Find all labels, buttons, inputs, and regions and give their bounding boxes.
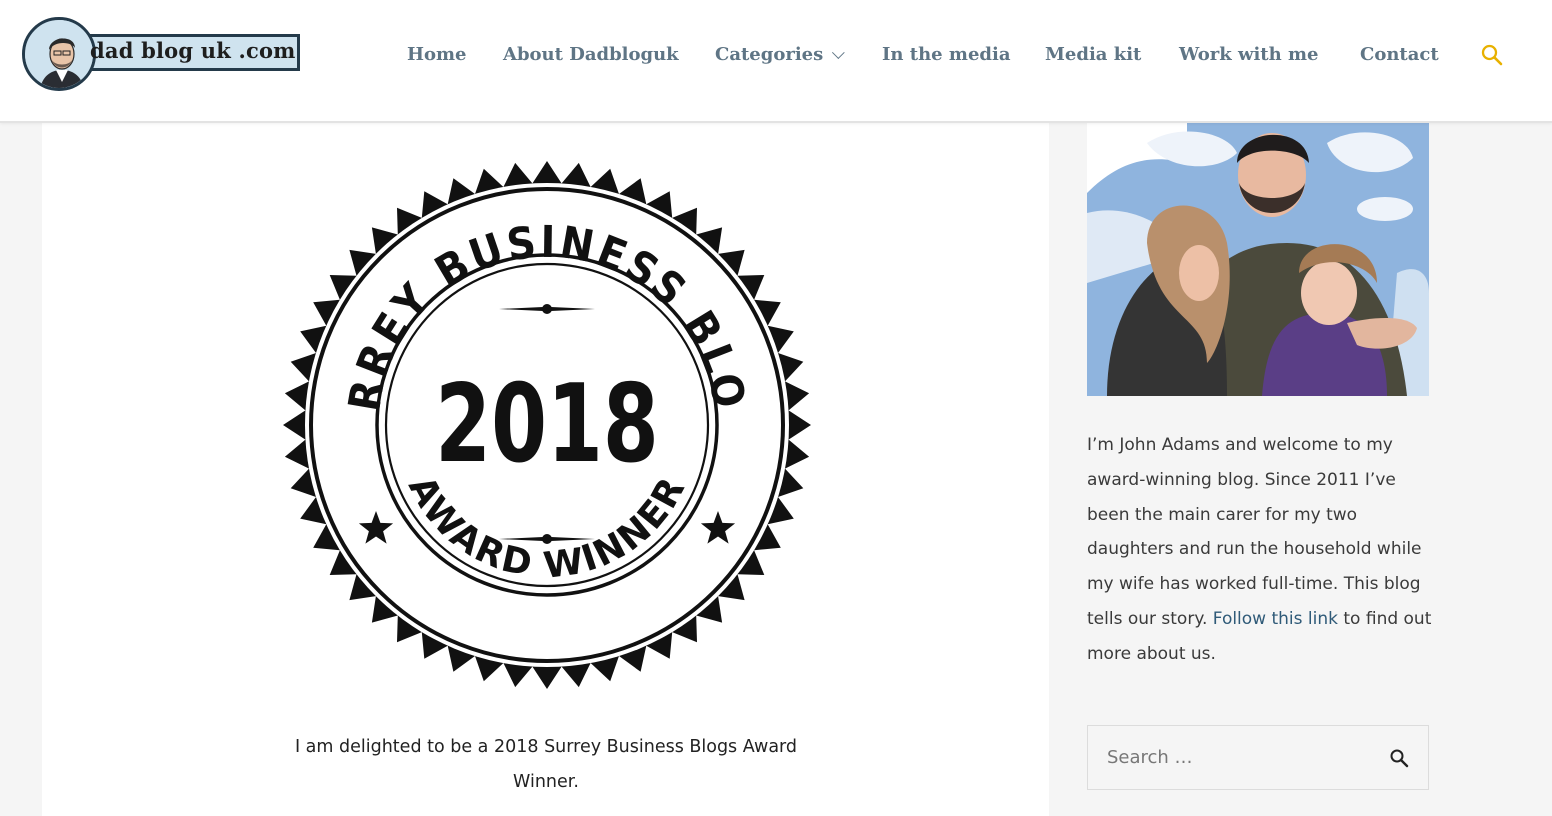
about-text-intro: I’m John Adams and welcome to my award-w… <box>1087 435 1422 629</box>
main-content: SURREY BUSINESS BLOGS AWARD WINNER 2018 … <box>42 119 1049 816</box>
logo-avatar <box>22 17 96 91</box>
chevron-down-icon <box>832 46 845 60</box>
search-icon[interactable] <box>1480 43 1504 67</box>
nav-work-with-me[interactable]: Work with me <box>1179 40 1318 70</box>
search-icon <box>1390 749 1409 767</box>
site-header: dad blog uk .com Home About Dadbloguk Ca… <box>0 0 1552 123</box>
sidebar-search-form <box>1087 725 1429 790</box>
award-badge-image: SURREY BUSINESS BLOGS AWARD WINNER 2018 <box>263 119 813 691</box>
about-text: I’m John Adams and welcome to my award-w… <box>1087 428 1437 672</box>
nav-contact[interactable]: Contact <box>1360 40 1439 70</box>
logo-text: dad blog uk .com <box>90 38 296 63</box>
site-logo[interactable]: dad blog uk .com <box>22 17 302 93</box>
about-link[interactable]: Follow this link <box>1213 609 1338 629</box>
nav-about[interactable]: About Dadbloguk <box>503 40 679 70</box>
nav-home[interactable]: Home <box>407 40 467 70</box>
nav-categories[interactable]: Categories <box>715 40 845 70</box>
search-submit-button[interactable] <box>1370 726 1428 789</box>
nav-media-kit[interactable]: Media kit <box>1045 40 1141 70</box>
nav-in-the-media[interactable]: In the media <box>882 40 1010 70</box>
search-input[interactable] <box>1088 726 1370 789</box>
badge-year: 2018 <box>435 362 659 487</box>
nav-categories-label: Categories <box>715 44 824 65</box>
family-illustration <box>1087 123 1429 396</box>
award-caption: I am delighted to be a 2018 Surrey Busin… <box>294 737 798 792</box>
